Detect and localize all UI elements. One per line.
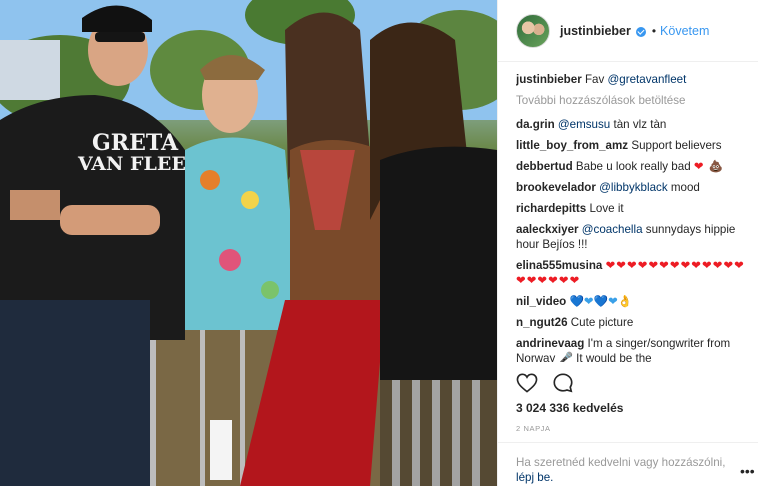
caption-username[interactable]: justinbieber — [516, 73, 582, 86]
header-username[interactable]: justinbieber — [560, 24, 631, 38]
comment-item: nil_video 💙❤💙❤👌 — [516, 294, 746, 309]
login-prompt: Ha szeretnéd kedvelni vagy hozzászólni, … — [516, 455, 726, 485]
login-prompt-text: Ha szeretnéd kedvelni vagy hozzászólni, — [516, 456, 726, 469]
comment-text: Cute picture — [570, 316, 634, 329]
comment-username[interactable]: n_ngut26 — [516, 316, 568, 329]
comment-text: mood — [670, 181, 700, 194]
avatar[interactable] — [516, 13, 550, 48]
comments-list[interactable]: justinbieber Fav @gretavanfleet További … — [516, 72, 746, 362]
verified-badge-icon — [635, 26, 646, 37]
comment-username[interactable]: da.grin — [516, 118, 555, 131]
comment-item: debbertud Babe u look really bad ❤ 💩 — [516, 159, 746, 174]
comment-item: elina555musina ❤❤❤❤❤❤❤❤❤❤❤❤❤❤❤❤❤❤❤ — [516, 258, 746, 288]
post-header: justinbieber • Követem — [498, 0, 758, 62]
comment-item: richardepitts Love it — [516, 201, 746, 216]
caption: justinbieber Fav @gretavanfleet — [516, 72, 746, 87]
comment-username[interactable]: nil_video — [516, 295, 566, 308]
photo-illustration: GRETA VAN FLEET — [0, 0, 497, 486]
comment-emoji: 💙❤💙❤👌 — [569, 295, 633, 308]
more-options-icon[interactable]: ••• — [740, 463, 755, 479]
comment-text: tàn vlz tàn — [613, 118, 667, 131]
comment-emoji: ❤ 💩 — [693, 160, 725, 173]
comment-item: andrinevaag I'm a singer/songwriter from… — [516, 336, 746, 362]
comment-text: Support believers — [631, 139, 722, 152]
header-separator: • — [651, 23, 657, 38]
comment-item: n_ngut26 Cute picture — [516, 315, 746, 330]
comment-username[interactable]: little_boy_from_amz — [516, 139, 628, 152]
comment-item: little_boy_from_amz Support believers — [516, 138, 746, 153]
comment-username[interactable]: aaleckxiyer — [516, 223, 579, 236]
comment-item: brookevelador @libbykblack mood — [516, 180, 746, 195]
comment-username[interactable]: brookevelador — [516, 181, 596, 194]
comment-username[interactable]: debbertud — [516, 160, 573, 173]
post-side-panel: justinbieber • Követem justinbieber Fav … — [497, 0, 758, 486]
heart-outline-icon[interactable] — [516, 373, 538, 398]
login-link[interactable]: lépj be. — [516, 471, 553, 484]
comment-username[interactable]: richardepitts — [516, 202, 586, 215]
comment-mention[interactable]: @emsusu — [558, 118, 610, 131]
post-actions — [516, 372, 588, 398]
post-photo[interactable]: GRETA VAN FLEET — [0, 0, 497, 486]
comment-item: aaleckxiyer @coachella sunnydays hippie … — [516, 222, 746, 252]
comment-username[interactable]: elina555musina — [516, 259, 602, 272]
likes-count[interactable]: 3 024 336 kedvelés — [516, 401, 623, 415]
comment-username[interactable]: andrinevaag — [516, 337, 584, 350]
comment-mention[interactable]: @libbykblack — [599, 181, 667, 194]
comment-text: Love it — [589, 202, 624, 215]
caption-mention[interactable]: @gretavanfleet — [608, 73, 687, 86]
follow-button[interactable]: Követem — [660, 24, 709, 38]
comment-mention[interactable]: @coachella — [582, 223, 643, 236]
comment-text: Babe u look really bad — [575, 160, 691, 173]
speech-bubble-icon[interactable] — [552, 372, 574, 399]
comment-item: da.grin @emsusu tàn vlz tàn — [516, 117, 746, 132]
login-footer: Ha szeretnéd kedvelni vagy hozzászólni, … — [498, 442, 758, 487]
post-date[interactable]: 2 NAPJA — [516, 424, 551, 433]
instagram-post: GRETA VAN FLEET justinbieber • Követem j… — [0, 0, 758, 486]
load-more-comments-button[interactable]: További hozzászólások betöltése — [516, 93, 746, 108]
svg-text:VAN FLEET: VAN FLEET — [77, 153, 200, 175]
caption-text: Fav — [584, 73, 605, 86]
